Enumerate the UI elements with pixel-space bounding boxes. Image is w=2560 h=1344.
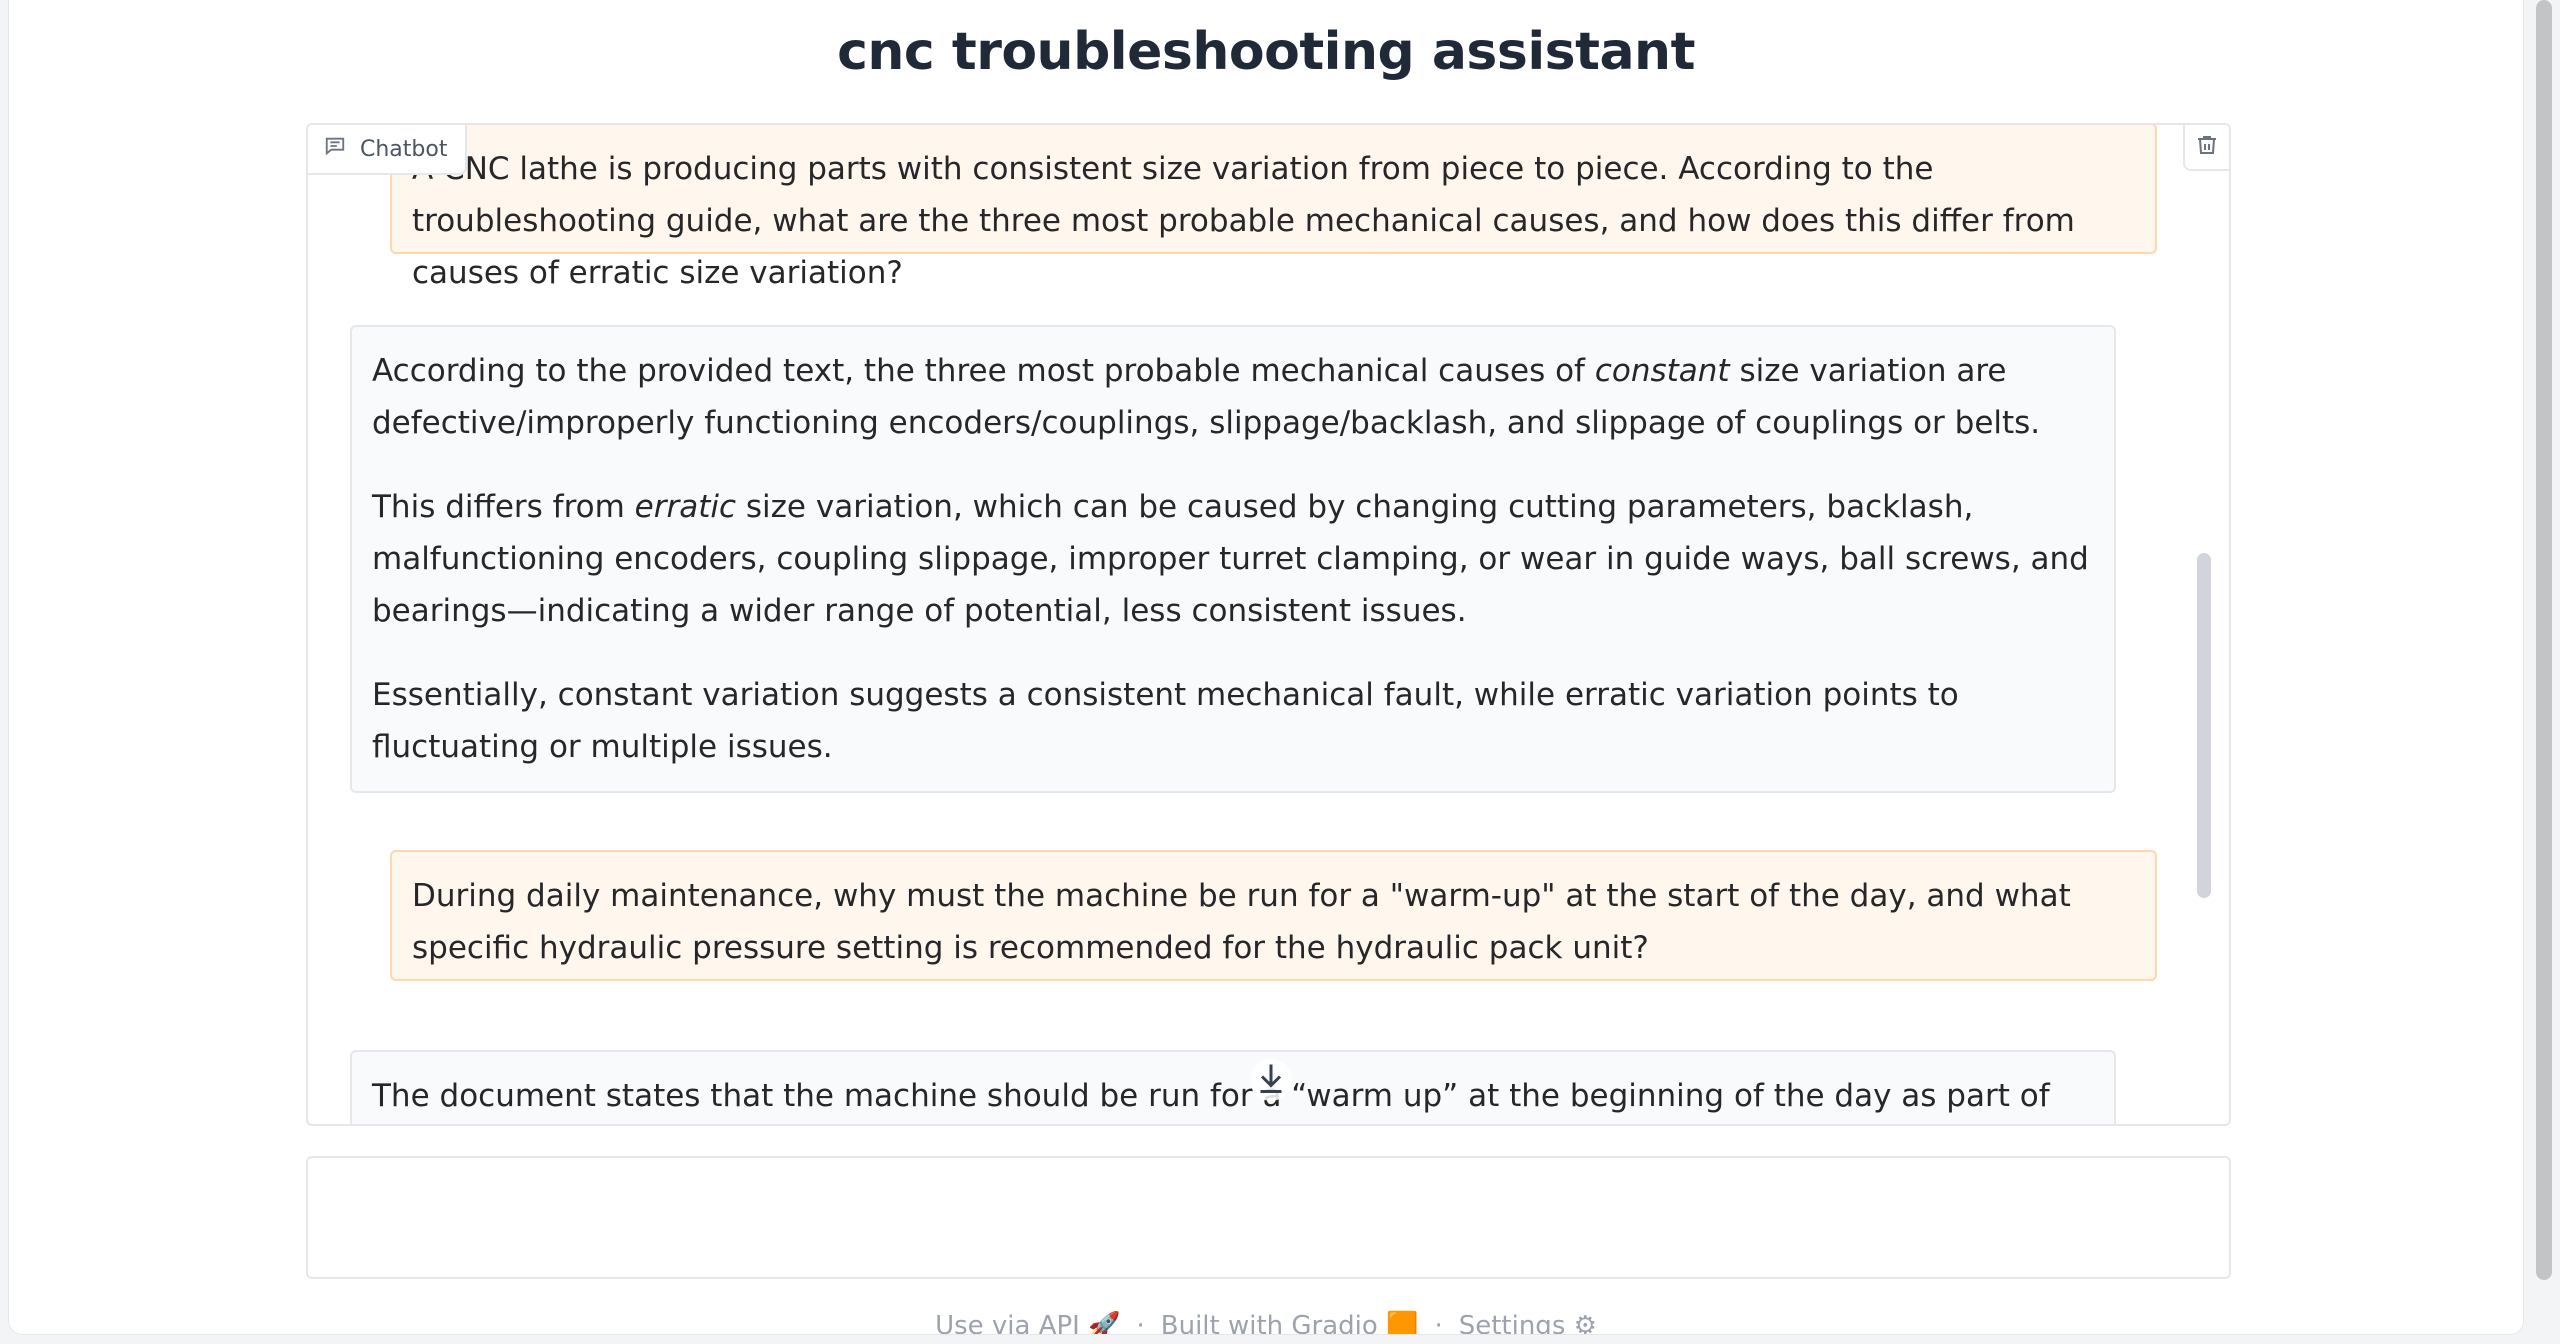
separator: · [1434, 1311, 1443, 1335]
built-with-gradio-link[interactable]: Built with Gradio 🟧 [1161, 1311, 1419, 1335]
message-list: A CNC lathe is producing parts with cons… [308, 125, 2229, 1124]
message-input-container [306, 1156, 2231, 1279]
use-via-api-link[interactable]: Use via API 🚀 [935, 1311, 1121, 1335]
user-message: During daily maintenance, why must the m… [390, 850, 2157, 981]
message-text: During daily maintenance, why must the m… [412, 878, 2071, 966]
bot-message: The document states that the machine sho… [350, 1050, 2116, 1124]
page-scrollbar[interactable] [2536, 0, 2552, 1280]
arrow-down-icon [1253, 1060, 1289, 1100]
page-title: cnc troubleshooting assistant [837, 22, 1695, 82]
settings-link[interactable]: Settings ⚙ [1459, 1311, 1597, 1335]
chat-icon [324, 135, 346, 163]
trash-icon [2195, 133, 2219, 161]
footer: Use via API 🚀 · Built with Gradio 🟧 · Se… [9, 1311, 2523, 1335]
app-window: cnc troubleshooting assistant Chatbot A … [8, 0, 2524, 1335]
user-message: A CNC lathe is producing parts with cons… [390, 125, 2157, 291]
chatbot-panel: Chatbot A CNC lathe is producing parts w… [306, 123, 2231, 1126]
message-paragraph: This differs from erratic size variation… [372, 489, 2089, 629]
message-paragraph: According to the provided text, the thre… [372, 353, 2041, 441]
bot-message: According to the provided text, the thre… [350, 325, 2116, 793]
gear-icon: ⚙ [1573, 1311, 1597, 1335]
scroll-to-bottom-button[interactable] [1250, 1059, 1292, 1101]
gradio-logo-icon: 🟧 [1386, 1311, 1419, 1335]
separator: · [1136, 1311, 1145, 1335]
message-text: The document states that the machine sho… [372, 1078, 2050, 1114]
chatbot-label: Chatbot [308, 125, 468, 175]
message-text: A CNC lathe is producing parts with cons… [412, 151, 2075, 291]
rocket-icon: 🚀 [1088, 1311, 1121, 1335]
message-paragraph: Essentially, constant variation suggests… [372, 677, 1959, 765]
chat-scrollbar[interactable] [2197, 553, 2211, 898]
message-input[interactable] [308, 1158, 2229, 1277]
chatbot-label-text: Chatbot [360, 136, 448, 162]
clear-chat-button[interactable] [2183, 125, 2229, 171]
